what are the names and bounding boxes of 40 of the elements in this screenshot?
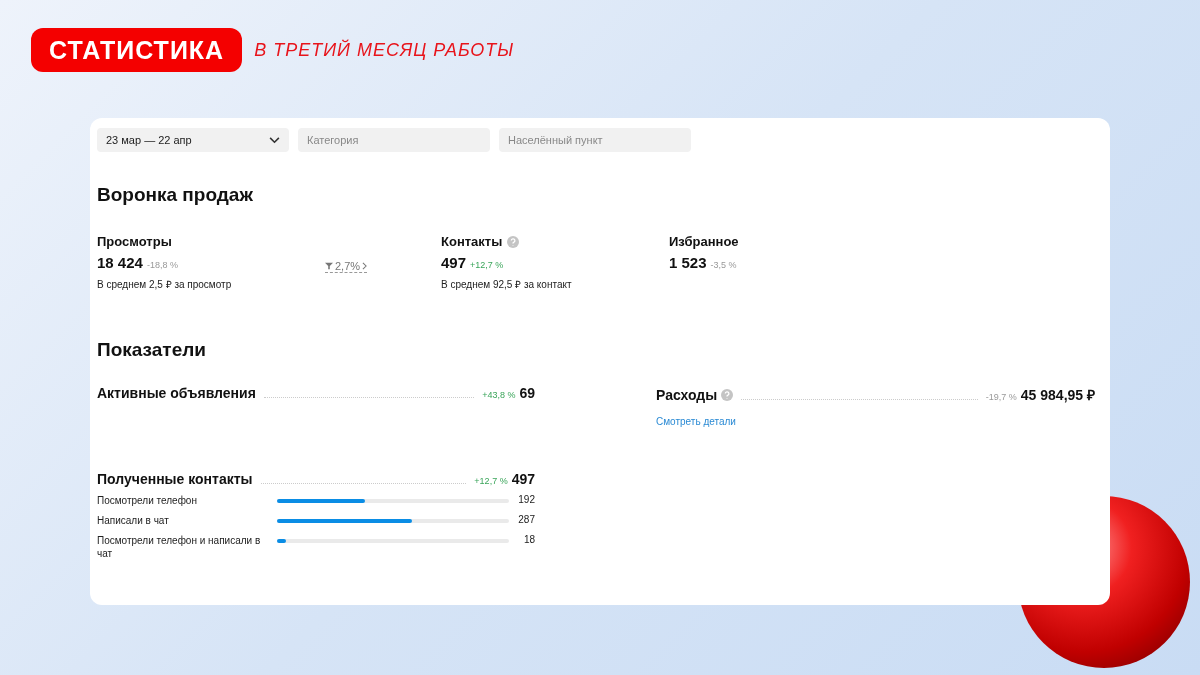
metric-label: Активные объявления (97, 385, 256, 401)
section-title: Воронка продаж (97, 184, 254, 206)
help-icon[interactable] (507, 235, 520, 248)
category-field[interactable]: Категория (298, 128, 490, 152)
metric-label: Расходы (656, 387, 718, 403)
stage-label: Контакты (441, 234, 503, 249)
stage-value: 18 424 (97, 254, 143, 271)
stage-label: Просмотры (97, 234, 172, 249)
slide-subtitle: В ТРЕТИЙ МЕСЯЦ РАБОТЫ (254, 39, 515, 61)
chevron-down-icon (269, 136, 280, 144)
metric-value: 69 (519, 385, 535, 401)
stage-label: Избранное (669, 234, 739, 249)
metric-value: 497 (511, 471, 535, 487)
breakdown-value: 287 (517, 514, 535, 525)
stage-change: -18,8 % (146, 260, 178, 270)
metric-change: -19,7 % (985, 392, 1017, 402)
city-field[interactable]: Населённый пункт (499, 128, 691, 152)
metric-change: +12,7 % (474, 476, 508, 486)
period-dropdown[interactable]: 23 мар — 22 апр (97, 128, 289, 152)
metric-value: 45 984,95 ₽ (1020, 386, 1095, 404)
breakdown-label: Написали в чат (97, 514, 170, 527)
help-icon[interactable] (721, 388, 734, 401)
section-title: Показатели (97, 339, 207, 361)
chevron-right-icon (362, 262, 368, 270)
stage-note: В среднем 92,5 ₽ за контакт (441, 278, 573, 291)
stage-value: 497 (441, 254, 467, 271)
stage-change: +12,7 % (470, 260, 504, 270)
stage-value: 1 523 (669, 254, 707, 271)
details-link[interactable]: Смотреть детали (656, 416, 736, 427)
metric-change: +43,8 % (482, 390, 516, 400)
breakdown-value: 18 (522, 534, 535, 545)
slide-title: СТАТИСТИКА (31, 28, 243, 72)
breakdown-label: Посмотрели телефон и написали в чат (97, 534, 262, 560)
conversion-link[interactable]: 2,7% (325, 260, 368, 273)
breakdown-value: 192 (517, 494, 535, 505)
stage-change: -3,5 % (710, 260, 737, 270)
stage-note: В среднем 2,5 ₽ за просмотр (97, 278, 233, 291)
filter-icon (325, 262, 333, 270)
breakdown-label: Посмотрели телефон (97, 494, 198, 507)
metric-label: Полученные контакты (97, 471, 253, 487)
